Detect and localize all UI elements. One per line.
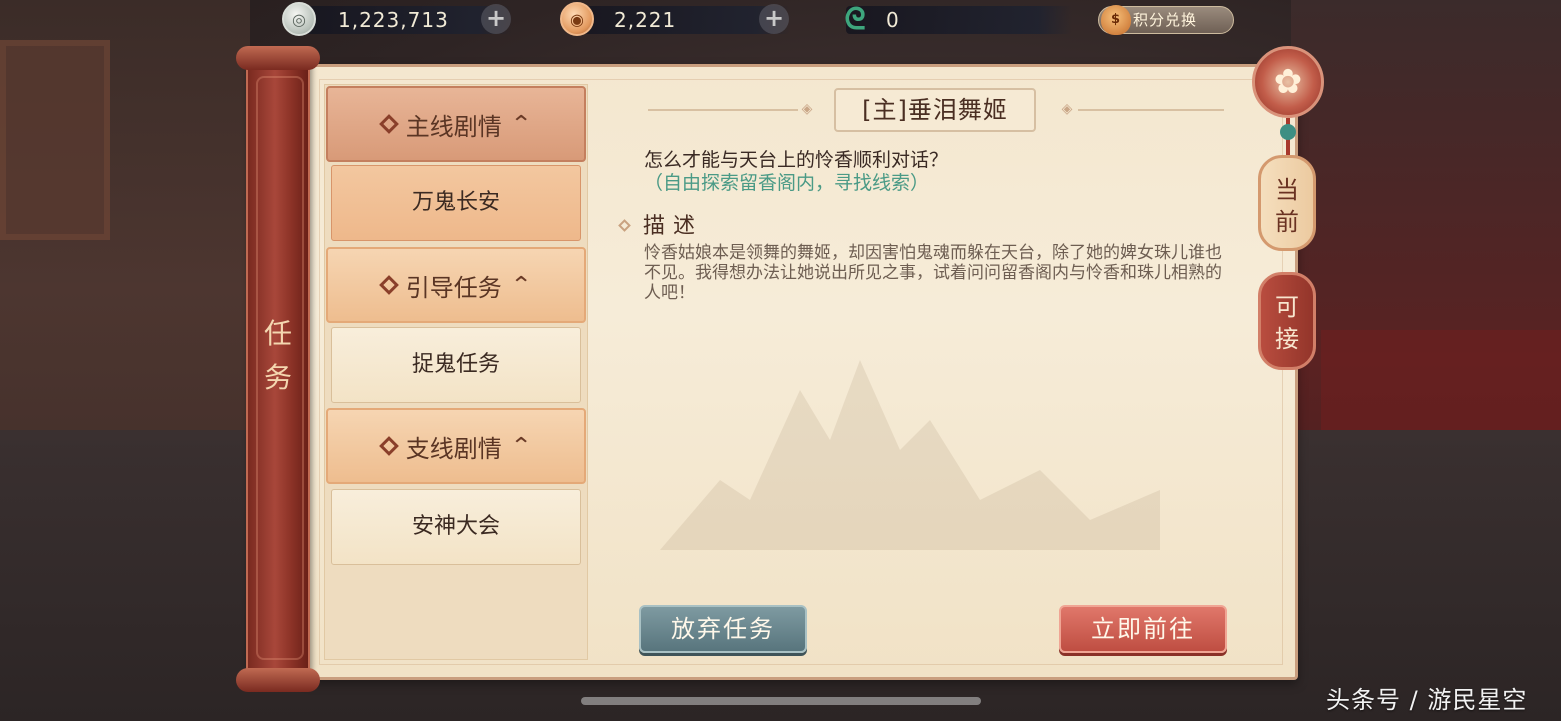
diamond-icon <box>378 275 399 295</box>
points-exchange-button[interactable]: $ 积分兑换 <box>1098 5 1234 35</box>
description-heading: 描述 <box>618 208 704 240</box>
jade-currency: 0 <box>846 6 1072 34</box>
knot-bead <box>1280 124 1296 140</box>
silver-amount: 1,223,713 <box>338 8 449 32</box>
title-divider-left <box>648 109 798 111</box>
quest-question: 怎么才能与天台上的怜香顺利对话？ <box>644 149 949 171</box>
points-exchange-label: 积分兑换 <box>1133 11 1198 29</box>
category-side-story[interactable]: 支线剧情 ⌃ <box>326 408 586 484</box>
tab-current-label: 当前 <box>1275 176 1299 236</box>
quest-item-anshen-dahui[interactable]: 安神大会 <box>331 489 581 565</box>
jade-amount: 0 <box>886 8 900 32</box>
quest-description: 怜香姑娘本是领舞的舞姬，却因害怕鬼魂而躲在天台，除了她的婢女珠儿谁也不见。我得想… <box>644 243 1222 303</box>
diamond-icon <box>378 436 399 456</box>
jade-token-icon: ᘓ <box>844 1 866 37</box>
diamond-icon <box>618 219 631 232</box>
background-cabinet <box>0 40 110 240</box>
copper-currency: 2,221 <box>568 6 790 34</box>
chevron-up-icon: ⌃ <box>509 272 533 298</box>
scroll-rod-cap-top <box>236 46 320 70</box>
add-silver-button[interactable]: + <box>481 4 511 34</box>
scroll-rod-cap-bottom <box>236 668 320 692</box>
quest-item-wangui-changan[interactable]: 万鬼长安 <box>331 165 581 241</box>
quest-hint: （自由探索留香阁内，寻找线索） <box>644 172 930 194</box>
copper-amount: 2,221 <box>614 8 677 32</box>
abandon-quest-button[interactable]: 放弃任务 <box>639 605 807 653</box>
go-now-button[interactable]: 立即前往 <box>1059 605 1227 653</box>
quest-objective: 怎么才能与天台上的怜香顺利对话？（自由探索留香阁内，寻找线索） <box>644 149 1224 195</box>
chevron-up-icon: ⌃ <box>509 111 533 137</box>
title-ornament-left: ◈ <box>801 101 813 117</box>
chevron-up-icon: ⌃ <box>509 433 533 459</box>
home-indicator[interactable] <box>581 697 981 705</box>
silver-currency: 1,223,713 <box>292 6 512 34</box>
diamond-icon <box>378 114 399 134</box>
tab-available-label: 可接 <box>1275 293 1299 353</box>
add-copper-button[interactable]: + <box>759 4 789 34</box>
copper-coin-icon: ◉ <box>560 2 594 36</box>
category-main-story[interactable]: 主线剧情 ⌃ <box>326 86 586 162</box>
category-label: 主线剧情 <box>405 112 502 141</box>
silver-coin-icon: ◎ <box>282 2 316 36</box>
category-guide-tasks[interactable]: 引导任务 ⌃ <box>326 247 586 323</box>
flower-icon: ✿ <box>1273 62 1303 102</box>
quest-title: [主]垂泪舞姬 <box>834 88 1036 132</box>
category-label: 支线剧情 <box>405 434 502 463</box>
currency-bar: 1,223,713 ◎ + 2,221 ◉ + 0 ᘓ $ 积分兑换 <box>0 0 1561 40</box>
tab-current[interactable]: 当前 <box>1258 155 1316 251</box>
mountain-watermark <box>660 360 1160 550</box>
money-bag-icon: $ <box>1101 5 1131 35</box>
category-label: 引导任务 <box>405 273 502 302</box>
description-label: 描述 <box>643 214 704 239</box>
watermark: 头条号 / 游民星空 <box>1326 686 1528 714</box>
title-divider-right <box>1078 109 1224 111</box>
panel-vertical-title: 任务 <box>263 317 292 394</box>
quest-item-ghost-catching[interactable]: 捉鬼任务 <box>331 327 581 403</box>
tab-available[interactable]: 可接 <box>1258 272 1316 370</box>
